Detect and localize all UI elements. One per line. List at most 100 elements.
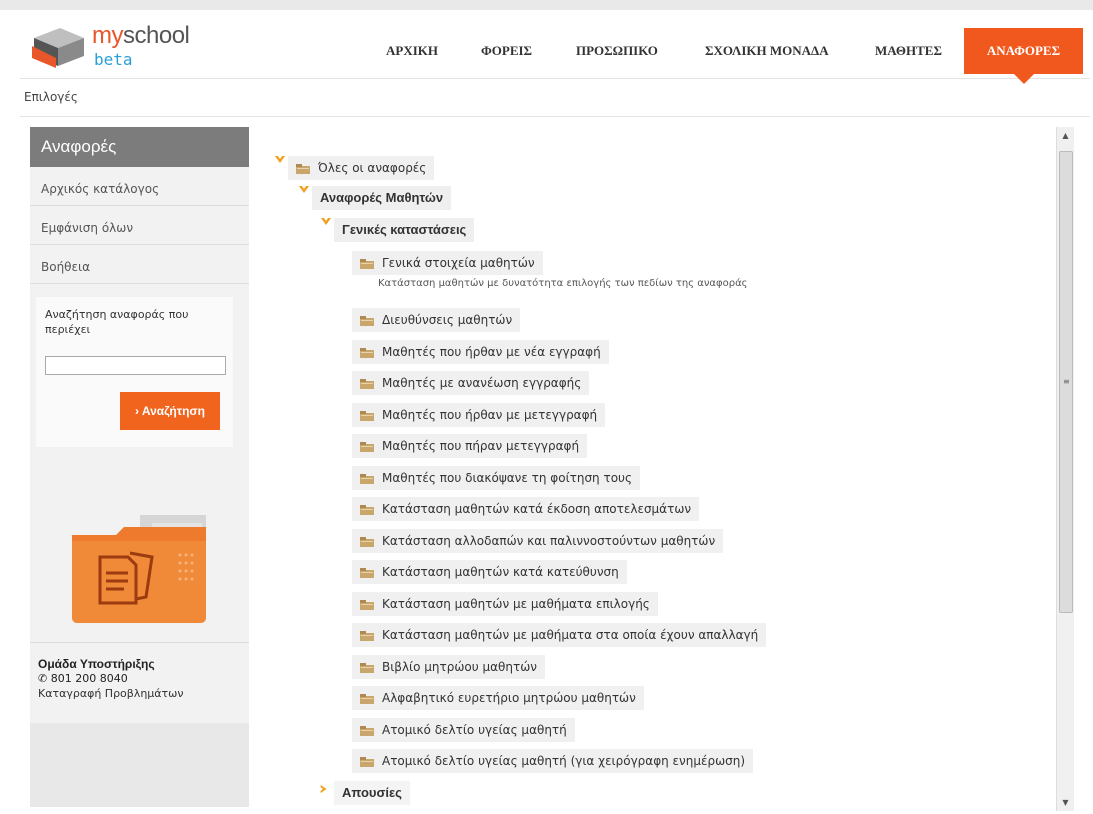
reports-folder-icon bbox=[72, 515, 206, 623]
report-item[interactable]: Μαθητές που διακόψανε τη φοίτηση τους bbox=[352, 466, 641, 490]
nav-school-unit[interactable]: ΣΧΟΛΙΚΗ ΜΟΝΑΔΑ bbox=[705, 28, 829, 74]
sidebar-footer bbox=[30, 723, 249, 807]
logo-my: my bbox=[92, 22, 124, 49]
folder-icon bbox=[360, 474, 374, 484]
report-label: Κατάσταση αλλοδαπών και παλιννοστούντων … bbox=[382, 534, 716, 548]
folder-icon bbox=[360, 505, 374, 515]
top-strip bbox=[0, 0, 1093, 10]
folder-icon bbox=[360, 411, 374, 421]
options-label[interactable]: Επιλογές bbox=[24, 90, 78, 104]
folder-icon bbox=[360, 757, 374, 767]
report-item[interactable]: Κατάσταση αλλοδαπών και παλιννοστούντων … bbox=[352, 529, 724, 553]
folder-icon bbox=[360, 442, 374, 452]
scroll-up-icon[interactable]: ▲ bbox=[1057, 127, 1074, 144]
nav-reports-label: ΑΝΑΦΟΡΕΣ bbox=[986, 43, 1061, 58]
report-label: Κατάσταση μαθητών κατά έκδοση αποτελεσμά… bbox=[382, 502, 692, 516]
report-label: Διευθύνσεις μαθητών bbox=[382, 313, 513, 327]
logo-mark-icon bbox=[32, 28, 84, 68]
chevron-down-icon[interactable] bbox=[298, 185, 310, 195]
vertical-scrollbar[interactable]: ▲ ≡ ▼ bbox=[1056, 127, 1074, 811]
tree-group-absences[interactable]: Απουσίες bbox=[334, 781, 410, 805]
folder-icon bbox=[296, 164, 310, 174]
chevron-down-icon[interactable] bbox=[320, 217, 332, 227]
report-label: Μαθητές που ήρθαν με νέα εγγραφή bbox=[382, 345, 601, 359]
folder-icon bbox=[360, 379, 374, 389]
folder-icon bbox=[360, 694, 374, 704]
report-label: Αλφαβητικό ευρετήριο μητρώου μαθητών bbox=[382, 691, 636, 705]
report-label: Βιβλίο μητρώου μαθητών bbox=[382, 660, 537, 674]
folder-icon bbox=[360, 600, 374, 610]
report-label: Γενικά στοιχεία μαθητών bbox=[382, 256, 535, 270]
search-label: Αναζήτηση αναφοράς που περιέχει bbox=[45, 308, 189, 336]
page: myschool beta ΑΡΧΙΚΗ ΦΟΡΕΙΣ ΠΡΟΣΩΠΙΚΟ ΣΧ… bbox=[20, 10, 1090, 814]
sidebar-item-home-catalog[interactable]: Αρχικός κατάλογος bbox=[30, 167, 249, 206]
sidebar-title: Αναφορές bbox=[30, 127, 249, 167]
report-label: Μαθητές με ανανέωση εγγραφής bbox=[382, 376, 582, 390]
report-label: Μαθητές που ήρθαν με μετεγγραφή bbox=[382, 408, 598, 422]
report-item[interactable]: Μαθητές που ήρθαν με νέα εγγραφή bbox=[352, 340, 609, 364]
report-label: Μαθητές που πήραν μετεγγραφή bbox=[382, 439, 580, 453]
tree-root-label: Όλες οι αναφορές bbox=[318, 161, 427, 175]
nav-personnel[interactable]: ΠΡΟΣΩΠΙΚΟ bbox=[576, 28, 658, 74]
chevron-right-icon[interactable] bbox=[318, 784, 330, 794]
scroll-thumb[interactable]: ≡ bbox=[1059, 151, 1073, 613]
report-item[interactable]: Μαθητές με ανανέωση εγγραφής bbox=[352, 371, 590, 395]
scroll-down-icon[interactable]: ▼ bbox=[1057, 794, 1074, 811]
phone-icon: ✆ bbox=[38, 672, 48, 685]
nav-reports[interactable]: ΑΝΑΦΟΡΕΣ bbox=[964, 28, 1083, 84]
logo-school: school bbox=[123, 22, 190, 49]
tree-group-students[interactable]: Αναφορές Μαθητών bbox=[312, 186, 452, 210]
logo-beta: beta bbox=[94, 50, 133, 69]
report-item[interactable]: Βιβλίο μητρώου μαθητών bbox=[352, 655, 545, 679]
header: myschool beta ΑΡΧΙΚΗ ΦΟΡΕΙΣ ΠΡΟΣΩΠΙΚΟ ΣΧ… bbox=[20, 10, 1090, 84]
report-item[interactable]: Κατάσταση μαθητών κατά κατεύθυνση bbox=[352, 560, 627, 584]
report-item[interactable]: Γενικά στοιχεία μαθητών bbox=[352, 251, 543, 275]
report-item[interactable]: Κατάσταση μαθητών με μαθήματα επιλογής bbox=[352, 592, 658, 616]
report-item[interactable]: Ατομικό δελτίο υγείας μαθητή (για χειρόγ… bbox=[352, 749, 754, 773]
nav-agencies[interactable]: ΦΟΡΕΙΣ bbox=[481, 28, 532, 74]
report-item[interactable]: Μαθητές που ήρθαν με μετεγγραφή bbox=[352, 403, 606, 427]
report-label: Ατομικό δελτίο υγείας μαθητή (για χειρόγ… bbox=[382, 754, 746, 768]
folder-icon bbox=[360, 259, 374, 269]
report-label: Κατάσταση μαθητών με μαθήματα επιλογής bbox=[382, 597, 650, 611]
report-label: Κατάσταση μαθητών κατά κατεύθυνση bbox=[382, 565, 619, 579]
support-title: Ομάδα Υποστήριξης bbox=[38, 657, 155, 671]
support-panel: Ομάδα Υποστήριξης ✆ 801 200 8040 Καταγρα… bbox=[30, 642, 249, 723]
sidebar-item-show-all[interactable]: Εμφάνιση όλων bbox=[30, 206, 249, 245]
folder-icon bbox=[360, 316, 374, 326]
report-description: Κατάσταση μαθητών με δυνατότητα επιλογής… bbox=[378, 278, 748, 289]
chevron-down-icon[interactable] bbox=[274, 155, 286, 165]
report-item[interactable]: Διευθύνσεις μαθητών bbox=[352, 308, 521, 332]
report-label: Κατάσταση μαθητών με μαθήματα στα οποία … bbox=[382, 628, 759, 642]
nav-active-arrow bbox=[1013, 74, 1034, 84]
grip-icon: ≡ bbox=[1063, 377, 1070, 386]
nav-students[interactable]: ΜΑΘΗΤΕΣ bbox=[875, 28, 942, 74]
report-item[interactable]: Μαθητές που πήραν μετεγγραφή bbox=[352, 434, 588, 458]
options-bar: Επιλογές bbox=[20, 86, 1090, 117]
sidebar-item-help[interactable]: Βοήθεια bbox=[30, 245, 249, 284]
tree-subgroup-general[interactable]: Γενικές καταστάσεις bbox=[334, 218, 475, 242]
logo-text: myschool bbox=[92, 22, 190, 50]
nav-home[interactable]: ΑΡΧΙΚΗ bbox=[386, 28, 438, 74]
folder-icon bbox=[360, 537, 374, 547]
folder-icon bbox=[360, 663, 374, 673]
search-button[interactable]: › Αναζήτηση bbox=[120, 392, 220, 430]
report-label: Μαθητές που διακόψανε τη φοίτηση τους bbox=[382, 471, 633, 485]
report-item[interactable]: Αλφαβητικό ευρετήριο μητρώου μαθητών bbox=[352, 686, 644, 710]
sidebar: Αναφορές Αρχικός κατάλογος Εμφάνιση όλων… bbox=[30, 127, 249, 807]
support-phone: ✆ 801 200 8040 bbox=[38, 672, 128, 685]
report-item[interactable]: Ατομικό δελτίο υγείας μαθητή bbox=[352, 718, 575, 742]
report-item[interactable]: Κατάσταση μαθητών κατά έκδοση αποτελεσμά… bbox=[352, 497, 700, 521]
search-panel: Αναζήτηση αναφοράς που περιέχει › Αναζήτ… bbox=[36, 297, 233, 447]
tree-root[interactable]: Όλες οι αναφορές bbox=[288, 156, 435, 180]
folder-icon bbox=[360, 631, 374, 641]
folder-icon bbox=[360, 726, 374, 736]
report-problems-link[interactable]: Καταγραφή Προβλημάτων bbox=[38, 687, 184, 700]
logo[interactable]: myschool beta bbox=[30, 20, 210, 70]
folder-icon bbox=[360, 568, 374, 578]
reports-tree: Όλες οι αναφορές Αναφορές Μαθητών Γενικέ… bbox=[260, 123, 1070, 807]
folder-icon bbox=[360, 348, 374, 358]
search-input[interactable] bbox=[45, 356, 226, 375]
report-label: Ατομικό δελτίο υγείας μαθητή bbox=[382, 723, 567, 737]
report-item[interactable]: Κατάσταση μαθητών με μαθήματα στα οποία … bbox=[352, 623, 767, 647]
